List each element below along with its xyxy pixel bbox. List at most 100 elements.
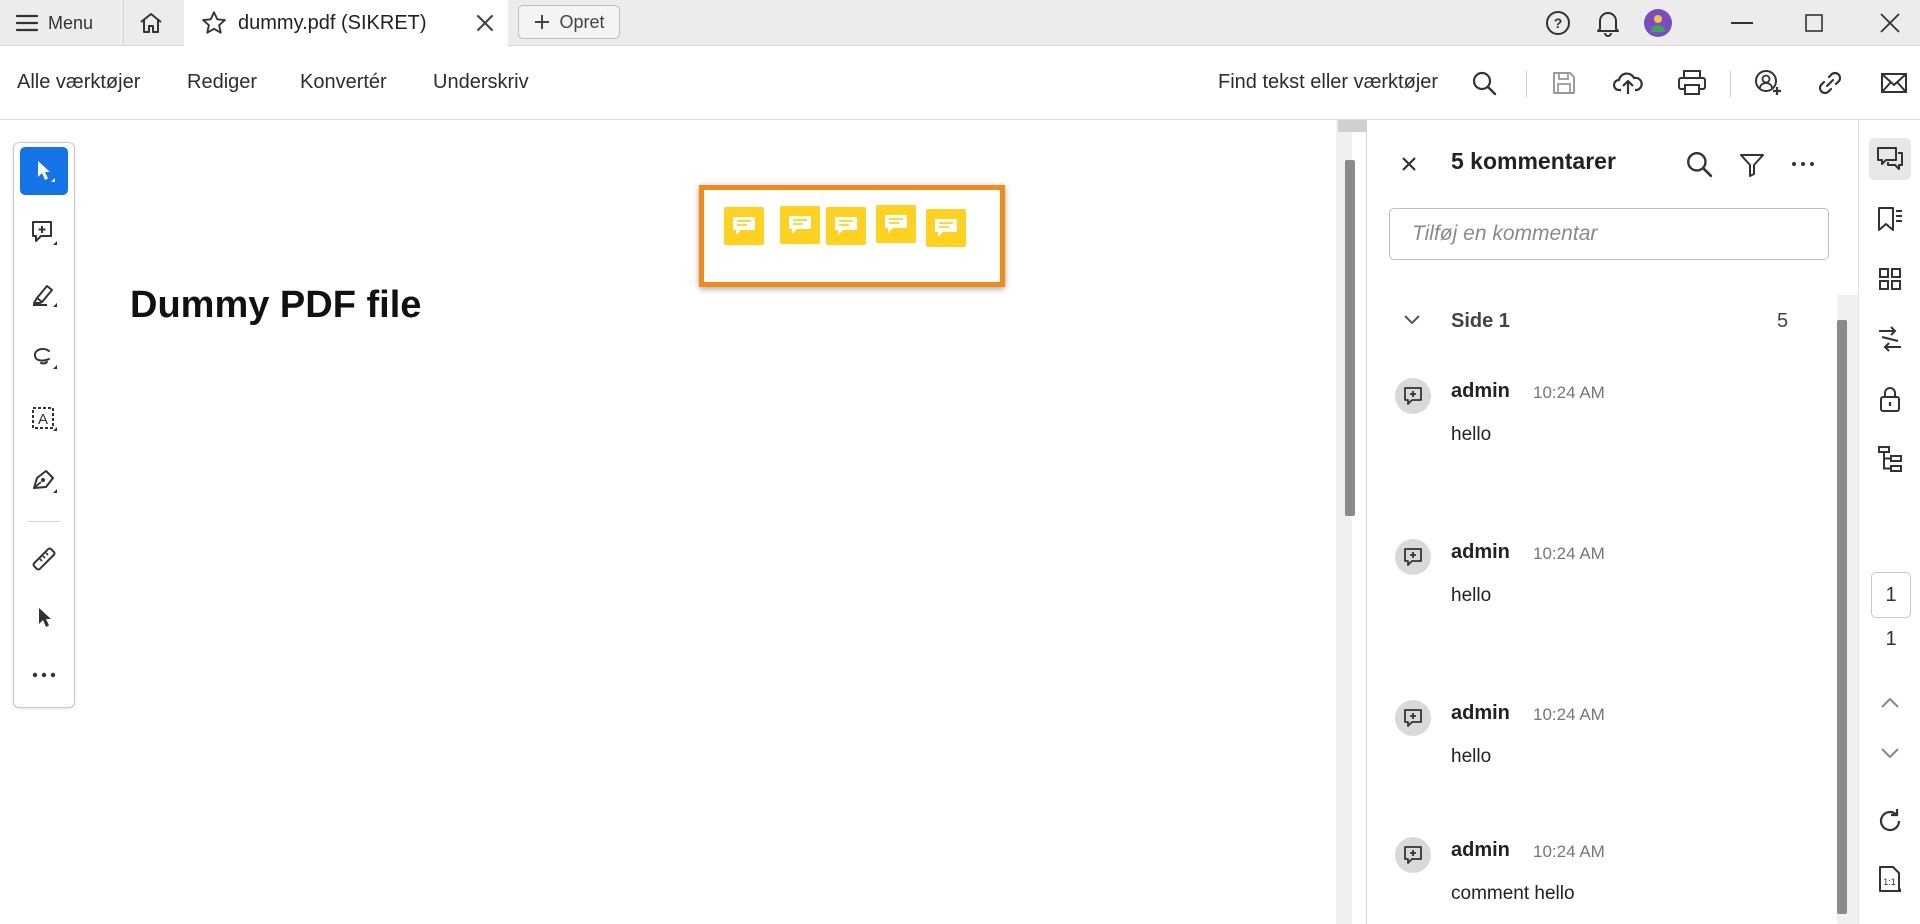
comment-time: 10:24 AM: [1533, 705, 1605, 724]
text-box-tool-button[interactable]: A: [20, 395, 68, 443]
minimize-button[interactable]: [1718, 0, 1766, 46]
svg-text:A: A: [38, 411, 48, 428]
select-tool-button[interactable]: [20, 147, 68, 195]
content-tree-button[interactable]: [1869, 438, 1911, 480]
minimize-icon: [1731, 21, 1753, 25]
title-bar: Menu dummy.pdf (SIKRET) Opret ?: [0, 0, 1920, 46]
sticky-note-icon[interactable]: [826, 207, 866, 245]
main-toolbar: Alle værktøjer Rediger Konvertér Undersk…: [0, 47, 1920, 120]
sign-tool-button[interactable]: [20, 457, 68, 505]
add-comment-icon: [29, 218, 59, 248]
bookmarks-button[interactable]: [1869, 198, 1911, 240]
add-comment-input[interactable]: Tilføj en kommentar: [1389, 208, 1829, 260]
comment-time: 10:24 AM: [1533, 842, 1605, 861]
comment-time: 10:24 AM: [1533, 383, 1605, 402]
menu-all-tools[interactable]: Alle værktøjer: [17, 71, 140, 94]
comment-item[interactable]: admin 10:24 AM comment hello: [1395, 837, 1825, 923]
document-tab[interactable]: dummy.pdf (SIKRET): [184, 0, 508, 46]
sticky-note-icon[interactable]: [724, 207, 764, 245]
upload-button[interactable]: [1612, 67, 1644, 99]
comment-author: admin: [1451, 702, 1510, 724]
rotate-icon: [1876, 807, 1904, 835]
comment-type-icon: [1395, 378, 1431, 414]
comments-panel-button[interactable]: [1869, 138, 1911, 180]
new-tab-label: Opret: [559, 11, 605, 32]
comment-item[interactable]: admin 10:24 AM hello: [1395, 378, 1825, 478]
more-tools-button[interactable]: [20, 651, 68, 699]
chevron-down-icon: [1880, 747, 1900, 759]
pointer-tool-button[interactable]: [20, 593, 68, 641]
close-window-button[interactable]: [1866, 0, 1914, 46]
search-button[interactable]: [1468, 67, 1500, 99]
comment-type-icon: [1395, 700, 1431, 736]
grid-icon: [1878, 267, 1902, 291]
measure-tool-button[interactable]: [20, 535, 68, 583]
sticky-note-icon[interactable]: [926, 209, 966, 247]
previous-page-button[interactable]: [1869, 682, 1911, 724]
plus-icon: [533, 13, 551, 31]
menu-button[interactable]: Menu: [0, 0, 124, 46]
comment-text: comment hello: [1451, 883, 1575, 904]
close-icon: [1880, 13, 1900, 33]
next-page-button[interactable]: [1869, 732, 1911, 774]
pen-nib-icon: [29, 466, 59, 496]
filter-comments-button[interactable]: [1739, 152, 1765, 178]
text-box-icon: A: [29, 404, 59, 434]
actual-size-button[interactable]: 1:1: [1869, 858, 1911, 900]
comments-scrollbar-thumb[interactable]: [1837, 320, 1847, 914]
search-comments-button[interactable]: [1685, 150, 1713, 178]
maximize-button[interactable]: [1790, 0, 1838, 46]
menu-edit[interactable]: Rediger: [187, 71, 257, 94]
home-button[interactable]: [124, 0, 178, 46]
bookmark-icon: [1876, 205, 1904, 233]
save-button[interactable]: [1548, 67, 1580, 99]
more-horizontal-icon: [31, 671, 57, 679]
menu-sign[interactable]: Underskriv: [433, 71, 529, 94]
share-user-button[interactable]: [1752, 67, 1784, 99]
find-tools-label[interactable]: Find tekst eller værktøjer: [1218, 71, 1438, 94]
document-scrollbar-cap: [1338, 120, 1366, 132]
compare-button[interactable]: [1869, 318, 1911, 360]
thumbnails-button[interactable]: [1869, 258, 1911, 300]
new-tab-button[interactable]: Opret: [518, 5, 620, 39]
email-button[interactable]: [1878, 67, 1910, 99]
search-icon: [1471, 70, 1497, 96]
comment-item[interactable]: admin 10:24 AM hello: [1395, 539, 1825, 639]
bell-icon: [1595, 9, 1621, 37]
sticky-note-icon[interactable]: [876, 205, 916, 243]
hamburger-icon: [16, 14, 38, 32]
comment-item[interactable]: admin 10:24 AM hello: [1395, 700, 1825, 800]
tab-title: dummy.pdf (SIKRET): [238, 11, 427, 34]
sticky-note-icon[interactable]: [780, 206, 820, 244]
toolbar-divider: [1526, 71, 1527, 97]
comment-time: 10:24 AM: [1533, 544, 1605, 563]
add-comment-tool-button[interactable]: [20, 209, 68, 257]
close-tab-icon[interactable]: [472, 10, 498, 36]
comment-text: hello: [1451, 746, 1492, 767]
search-icon: [1685, 150, 1713, 178]
comment-author: admin: [1451, 839, 1510, 861]
menu-convert[interactable]: Konvertér: [300, 71, 387, 94]
close-panel-button[interactable]: [1401, 156, 1417, 172]
draw-tool-button[interactable]: [20, 333, 68, 381]
copy-link-button[interactable]: [1814, 67, 1846, 99]
comment-type-icon: [1395, 837, 1431, 873]
document-scrollbar-thumb[interactable]: [1345, 160, 1355, 516]
profile-button[interactable]: [1640, 0, 1676, 46]
comments-panel-title: 5 kommentarer: [1451, 148, 1616, 174]
collapse-group-button[interactable]: [1403, 314, 1421, 326]
comment-text: hello: [1451, 424, 1492, 445]
highlight-tool-button[interactable]: [20, 271, 68, 319]
ruler-icon: [29, 544, 59, 574]
star-icon[interactable]: [200, 9, 228, 37]
print-button[interactable]: [1676, 67, 1708, 99]
help-button[interactable]: ?: [1540, 0, 1576, 46]
panel-more-button[interactable]: [1791, 160, 1815, 168]
rotate-button[interactable]: [1869, 800, 1911, 842]
security-button[interactable]: [1869, 378, 1911, 420]
notifications-button[interactable]: [1590, 0, 1626, 46]
current-page-input[interactable]: 1: [1871, 572, 1911, 618]
pointer-icon: [32, 604, 56, 630]
save-icon: [1551, 70, 1577, 96]
lock-icon: [1878, 385, 1902, 413]
